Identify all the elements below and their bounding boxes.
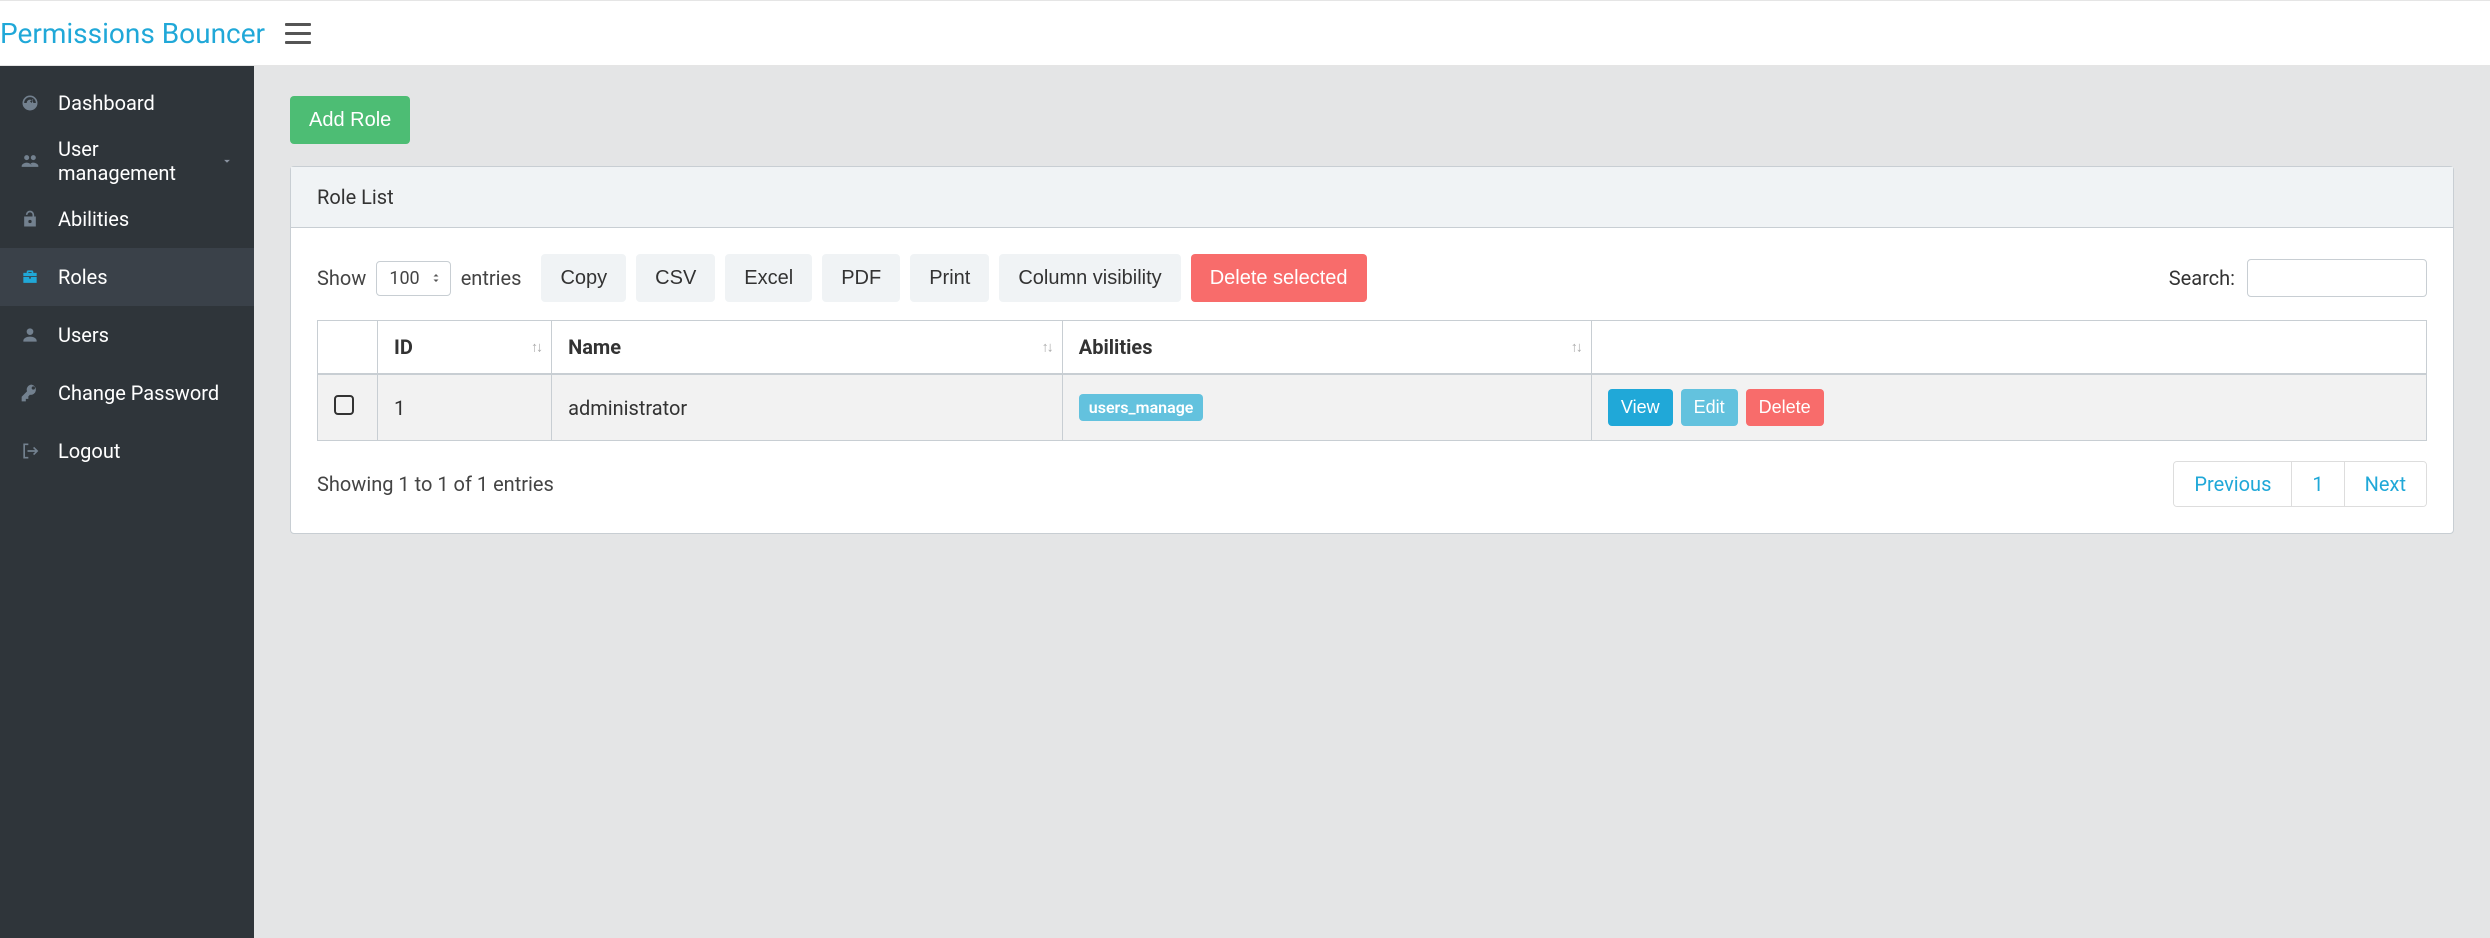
add-role-button[interactable]: Add Role [290, 96, 410, 144]
row-actions-cell: View Edit Delete [1591, 374, 2426, 441]
topbar: Permissions Bouncer [0, 0, 2490, 66]
pagination-next[interactable]: Next [2345, 462, 2426, 506]
brand-link[interactable]: Permissions Bouncer [0, 17, 265, 50]
checkbox-icon[interactable] [334, 395, 354, 415]
length-entries-label: entries [461, 266, 522, 290]
row-id: 1 [378, 374, 552, 441]
column-header-label: Abilities [1079, 335, 1153, 359]
roles-table: ID ↑↓ Name ↑↓ Abilities ↑↓ [317, 320, 2427, 441]
card-title: Role List [291, 167, 2453, 228]
users-group-icon [20, 151, 40, 171]
dashboard-icon [20, 93, 40, 113]
excel-button[interactable]: Excel [725, 254, 812, 302]
sort-icon: ↑↓ [1571, 339, 1581, 356]
delete-button[interactable]: Delete [1746, 389, 1824, 426]
sidebar-item-roles[interactable]: Roles [0, 248, 254, 306]
column-header-actions [1591, 321, 2426, 375]
delete-selected-button[interactable]: Delete selected [1191, 254, 1367, 302]
sidebar-item-label: User management [58, 137, 220, 185]
sidebar-item-user-management[interactable]: User management [0, 132, 254, 190]
column-header-abilities[interactable]: Abilities ↑↓ [1062, 321, 1591, 375]
table-row: 1 administrator users_manage View Edit D… [318, 374, 2427, 441]
pagination-page-1[interactable]: 1 [2292, 462, 2344, 506]
length-control: Show 100 entries [317, 261, 521, 296]
sidebar-item-logout[interactable]: Logout [0, 422, 254, 480]
main-content: Add Role Role List Show 100 entries [254, 66, 2490, 938]
sidebar: Dashboard User management Abilities Role… [0, 66, 254, 938]
key-icon [20, 383, 40, 403]
sidebar-item-label: Dashboard [58, 91, 155, 115]
sidebar-item-label: Logout [58, 439, 120, 463]
datatable-toolbar: Show 100 entries Copy CSV Excel [317, 254, 2427, 302]
search-control: Search: [2169, 259, 2427, 297]
column-header-label: Name [568, 335, 621, 359]
search-input[interactable] [2247, 259, 2427, 297]
column-header-label: ID [394, 335, 413, 359]
copy-button[interactable]: Copy [541, 254, 626, 302]
sidebar-item-label: Roles [58, 265, 108, 289]
length-show-label: Show [317, 266, 366, 290]
user-icon [20, 325, 40, 345]
role-list-card: Role List Show 100 entries [290, 166, 2454, 534]
sidebar-item-label: Change Password [58, 381, 219, 405]
sidebar-item-abilities[interactable]: Abilities [0, 190, 254, 248]
length-select[interactable]: 100 [376, 261, 450, 296]
print-button[interactable]: Print [910, 254, 989, 302]
column-header-select[interactable] [318, 321, 378, 375]
column-header-id[interactable]: ID ↑↓ [378, 321, 552, 375]
sidebar-item-label: Users [58, 323, 109, 347]
pagination: Previous 1 Next [2173, 461, 2427, 507]
datatable-footer: Showing 1 to 1 of 1 entries Previous 1 N… [317, 461, 2427, 507]
row-select-cell[interactable] [318, 374, 378, 441]
export-buttons: Copy CSV Excel PDF Print Column visibili… [541, 254, 1366, 302]
menu-toggle-icon[interactable] [285, 19, 313, 47]
csv-button[interactable]: CSV [636, 254, 715, 302]
chevron-down-icon [220, 154, 234, 168]
edit-button[interactable]: Edit [1681, 389, 1738, 426]
column-header-name[interactable]: Name ↑↓ [552, 321, 1063, 375]
sidebar-item-users[interactable]: Users [0, 306, 254, 364]
pagination-previous[interactable]: Previous [2174, 462, 2292, 506]
table-info: Showing 1 to 1 of 1 entries [317, 472, 554, 496]
unlock-icon [20, 209, 40, 229]
row-name: administrator [552, 374, 1063, 441]
column-visibility-button[interactable]: Column visibility [999, 254, 1180, 302]
sidebar-item-label: Abilities [58, 207, 129, 231]
briefcase-icon [20, 267, 40, 287]
length-value: 100 [389, 268, 419, 289]
select-caret-icon [430, 270, 442, 286]
sidebar-item-dashboard[interactable]: Dashboard [0, 74, 254, 132]
sort-icon: ↑↓ [531, 339, 541, 356]
search-label: Search: [2169, 266, 2235, 290]
row-abilities: users_manage [1062, 374, 1591, 441]
pdf-button[interactable]: PDF [822, 254, 900, 302]
logout-icon [20, 441, 40, 461]
view-button[interactable]: View [1608, 389, 1673, 426]
ability-badge: users_manage [1079, 394, 1204, 421]
sidebar-item-change-password[interactable]: Change Password [0, 364, 254, 422]
sort-icon: ↑↓ [1042, 339, 1052, 356]
